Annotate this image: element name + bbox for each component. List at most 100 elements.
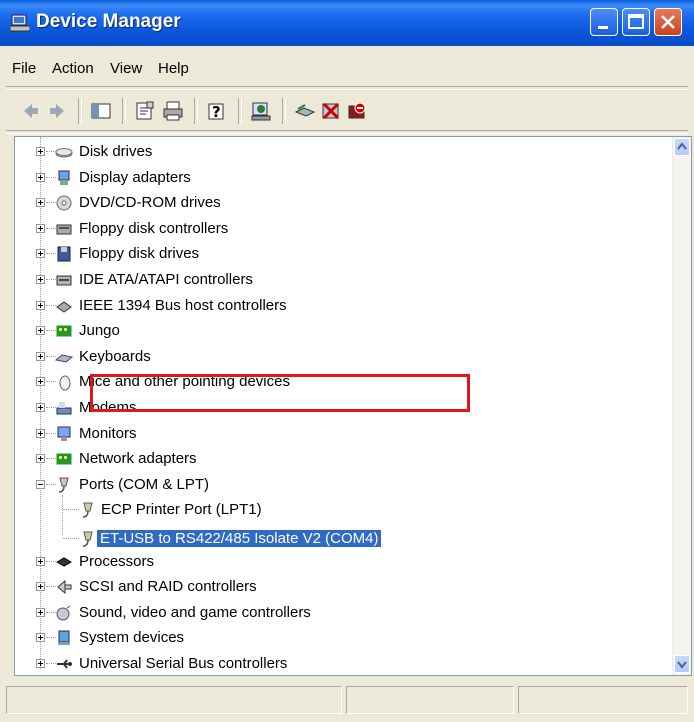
- scroll-up-button[interactable]: [674, 138, 690, 156]
- tree-item-system-devices[interactable]: System devices: [15, 627, 655, 649]
- expand-toggle[interactable]: [36, 607, 45, 617]
- toolbar-separator: [194, 98, 198, 124]
- minimize-icon: [598, 26, 608, 29]
- toolbar-separator: [282, 98, 286, 124]
- tree-line: [63, 509, 79, 511]
- expand-toggle[interactable]: [36, 275, 45, 284]
- tree-line: [63, 538, 79, 540]
- tree-item-ports-com-lpt[interactable]: Ports (COM & LPT): [15, 474, 655, 496]
- tree-item-label: Floppy disk controllers: [79, 219, 229, 237]
- tree-item-label: Jungo: [79, 322, 120, 340]
- tree-item-universal-serial-bus-controllers[interactable]: Universal Serial Bus controllers: [15, 653, 655, 675]
- system-device-icon: [58, 630, 70, 646]
- properties-icon[interactable]: [134, 100, 156, 122]
- tree-item-disk-drives[interactable]: Disk drives: [15, 141, 655, 163]
- tree-item-monitors[interactable]: Monitors: [15, 423, 655, 445]
- port-icon: [82, 502, 93, 519]
- expand-toggle[interactable]: [36, 172, 45, 182]
- port-icon: [82, 531, 93, 547]
- uninstall-icon[interactable]: [320, 100, 342, 122]
- close-icon: [661, 15, 675, 29]
- minimize-button[interactable]: [590, 8, 618, 36]
- tree-item-et-usb-to-rs422-485-isolate-v2-com4[interactable]: ET-USB to RS422/485 Isolate V2 (COM4): [15, 528, 655, 550]
- menu-file[interactable]: File: [12, 60, 36, 77]
- expand-toggle[interactable]: [36, 659, 45, 668]
- tree-item-label: Ports (COM & LPT): [79, 475, 210, 493]
- floppy-controller-icon: [56, 224, 72, 235]
- maximize-button[interactable]: [622, 8, 650, 36]
- tree-item-label: System devices: [79, 629, 185, 647]
- svg-text:?: ?: [212, 103, 221, 121]
- toolbar-separator-line: [6, 130, 688, 134]
- expand-toggle[interactable]: [36, 249, 45, 259]
- expand-toggle[interactable]: [36, 300, 45, 310]
- port-icon: [58, 477, 69, 493]
- tree-item-label: Disk drives: [79, 143, 153, 160]
- expand-toggle[interactable]: [36, 454, 45, 464]
- menu-action[interactable]: Action: [52, 60, 94, 77]
- tree-item-ide-ata-atapi-controllers[interactable]: IDE ATA/ATAPI controllers: [15, 269, 655, 291]
- tree-item-label: ECP Printer Port (LPT1): [101, 501, 262, 519]
- expand-toggle[interactable]: [36, 403, 45, 412]
- mouse-icon: [59, 375, 71, 391]
- selected-device-label: ET-USB to RS422/485 Isolate V2 (COM4): [97, 530, 382, 547]
- expand-toggle[interactable]: [36, 428, 45, 438]
- menu-separator: [6, 86, 688, 90]
- expand-toggle[interactable]: [36, 147, 45, 156]
- expand-toggle[interactable]: [36, 326, 45, 336]
- expand-toggle[interactable]: [36, 351, 45, 361]
- menu-view[interactable]: View: [110, 60, 142, 77]
- expand-toggle[interactable]: [36, 377, 45, 387]
- tree-item-jungo[interactable]: Jungo: [15, 320, 655, 342]
- collapse-toggle[interactable]: [36, 479, 45, 489]
- back-arrow-icon[interactable]: [20, 100, 42, 122]
- tree-item-label: Sound, video and game controllers: [79, 603, 311, 621]
- scsi-icon: [57, 580, 72, 595]
- monitor-icon: [57, 426, 71, 441]
- tree-item-scsi-and-raid-controllers[interactable]: SCSI and RAID controllers: [15, 576, 655, 598]
- tree-item-sound-video-and-game-controllers[interactable]: Sound, video and game controllers: [15, 602, 655, 624]
- status-bar: [6, 684, 688, 716]
- device-manager-icon: [10, 14, 30, 32]
- title-bar[interactable]: Device Manager: [0, 0, 694, 46]
- vertical-scrollbar[interactable]: [672, 137, 691, 675]
- tree-item-keyboards[interactable]: Keyboards: [15, 346, 655, 368]
- tree-item-label: IDE ATA/ATAPI controllers: [79, 271, 253, 288]
- tree-item-label: Floppy disk drives: [79, 245, 200, 263]
- tree-item-label: Display adapters: [79, 168, 191, 186]
- scroll-down-button[interactable]: [674, 655, 690, 673]
- print-icon[interactable]: [162, 100, 184, 122]
- disable-icon[interactable]: [346, 100, 368, 122]
- jungo-board-icon: [56, 325, 72, 337]
- modem-icon: [56, 402, 72, 415]
- network-adapter-icon: [56, 453, 72, 465]
- forward-arrow-icon[interactable]: [46, 100, 68, 122]
- tree-item-ecp-printer-port-lpt1[interactable]: ECP Printer Port (LPT1): [15, 499, 655, 521]
- expand-toggle[interactable]: [36, 198, 45, 208]
- tree-item-floppy-disk-controllers[interactable]: Floppy disk controllers: [15, 218, 655, 240]
- tree-item-ieee-1394-bus-host-controllers[interactable]: IEEE 1394 Bus host controllers: [15, 295, 655, 317]
- show-hide-tree-icon[interactable]: [90, 100, 112, 122]
- floppy-drive-icon: [57, 246, 71, 262]
- tree-item-floppy-disk-drives[interactable]: Floppy disk drives: [15, 243, 655, 265]
- highlight-annotation: [90, 374, 470, 412]
- maximize-icon: [628, 14, 644, 29]
- device-manager-window: Device Manager File Action View Help ? D…: [0, 0, 694, 722]
- toolbar: ?: [6, 92, 688, 128]
- expand-toggle[interactable]: [36, 223, 45, 233]
- tree-item-processors[interactable]: Processors: [15, 551, 655, 573]
- ieee1394-icon: [56, 300, 72, 313]
- update-driver-icon[interactable]: [294, 100, 316, 122]
- expand-toggle[interactable]: [36, 556, 45, 566]
- expand-toggle[interactable]: [36, 633, 45, 643]
- tree-item-display-adapters[interactable]: Display adapters: [15, 167, 655, 189]
- menu-help[interactable]: Help: [158, 60, 189, 77]
- scan-hardware-icon[interactable]: [250, 100, 272, 122]
- tree-item-dvd-cd-rom-drives[interactable]: DVD/CD-ROM drives: [15, 192, 655, 214]
- window-title: Device Manager: [36, 11, 181, 32]
- close-button[interactable]: [654, 8, 682, 36]
- keyboard-icon: [55, 354, 73, 363]
- help-icon[interactable]: ?: [206, 100, 228, 122]
- expand-toggle[interactable]: [36, 582, 45, 592]
- tree-item-network-adapters[interactable]: Network adapters: [15, 448, 655, 470]
